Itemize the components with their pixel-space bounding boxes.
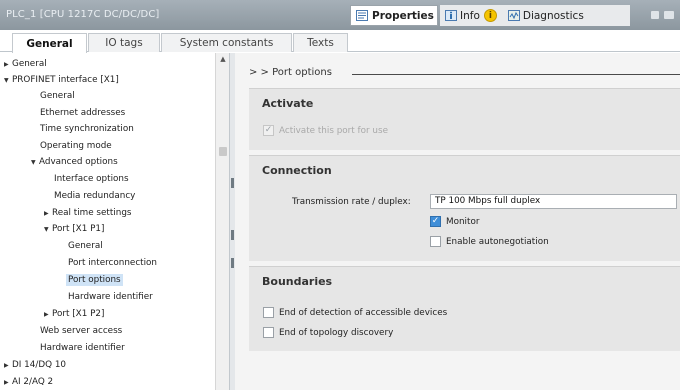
autonegotiation-label: Enable autonegotiation [446, 236, 549, 247]
tab-info-label: Info [460, 9, 480, 22]
tree-item-port-general[interactable]: General [68, 238, 103, 255]
tab-io-tags[interactable]: IO tags [88, 33, 160, 52]
tree-item-web-server-access[interactable]: Web server access [40, 323, 122, 340]
section-boundaries: Boundaries End of detection of accessibl… [249, 266, 680, 351]
expand-arrow-icon[interactable]: ▶ [44, 306, 52, 323]
tree-item-profinet-interface[interactable]: ▼ PROFINET interface [X1] [4, 72, 119, 89]
checkmark-icon: ✓ [430, 216, 441, 227]
diagnostics-icon [507, 10, 520, 21]
title-bar: PLC_1 [CPU 1217C DC/DC/DC] Properties In… [0, 0, 680, 30]
monitor-label: Monitor [446, 216, 480, 227]
tab-general[interactable]: General [12, 33, 87, 53]
activate-port-label: Activate this port for use [279, 125, 388, 136]
window-title: PLC_1 [CPU 1217C DC/DC/DC] [6, 9, 160, 20]
splitter-grip-icon[interactable] [231, 230, 234, 240]
tree-item-port-hardware-identifier[interactable]: Hardware identifier [68, 289, 153, 306]
autonegotiation-checkbox[interactable]: Enable autonegotiation [430, 236, 549, 247]
section-heading-boundaries: Boundaries [262, 275, 333, 288]
section-activate: Activate ✓ Activate this port for use [249, 88, 680, 150]
collapse-arrow-icon[interactable]: ▼ [31, 154, 39, 171]
section-connection: Connection Transmission rate / duplex: T… [249, 155, 680, 261]
tree-item-ethernet-addresses[interactable]: Ethernet addresses [40, 105, 125, 122]
section-heading-activate: Activate [262, 97, 314, 110]
activate-port-checkbox[interactable]: ✓ Activate this port for use [263, 125, 388, 136]
scroll-thumb[interactable] [219, 147, 227, 156]
tab-texts[interactable]: Texts [293, 33, 348, 52]
warning-icon: i [483, 9, 497, 22]
tree-item-ai-aq[interactable]: ▶ AI 2/AQ 2 [4, 374, 53, 390]
end-topology-checkbox[interactable]: End of topology discovery [263, 327, 393, 338]
tree-item-interface-options[interactable]: Interface options [54, 171, 129, 188]
restore-window-icon[interactable] [651, 11, 659, 19]
end-detection-label: End of detection of accessible devices [279, 307, 448, 318]
tree-item-interface-general[interactable]: General [40, 88, 75, 105]
transmission-rate-label: Transmission rate / duplex: [292, 197, 411, 207]
checkmark-icon: ✓ [263, 125, 274, 136]
info-diagnostics-tabs: Info i Diagnostics [440, 5, 630, 26]
collapse-arrow-icon[interactable]: ▼ [4, 72, 12, 89]
tree-item-hardware-identifier[interactable]: Hardware identifier [40, 340, 125, 357]
tab-system-constants[interactable]: System constants [161, 33, 292, 52]
tree-item-port-interconnection[interactable]: Port interconnection [68, 255, 157, 272]
tree-item-real-time-settings[interactable]: ▶ Real time settings [44, 205, 132, 222]
tab-diagnostics-label: Diagnostics [522, 9, 584, 22]
minimize-window-icon[interactable] [664, 11, 674, 19]
tab-properties[interactable]: Properties [350, 5, 438, 26]
tree-item-general[interactable]: ▶ General [4, 56, 47, 73]
tab-diagnostics[interactable]: Diagnostics [503, 5, 584, 26]
tree-scrollbar[interactable]: ▲ [215, 53, 229, 390]
scroll-up-arrow-icon[interactable]: ▲ [217, 55, 229, 66]
navigation-tree: ▶ General ▼ PROFINET interface [X1] Genera… [0, 53, 229, 390]
port-options-panel: > > Port options Activate ✓ Activate thi… [235, 53, 680, 390]
tree-item-port-options[interactable]: Port options [66, 272, 123, 289]
expand-arrow-icon[interactable]: ▶ [4, 357, 12, 374]
info-icon [445, 10, 457, 21]
breadcrumb: > > Port options [249, 67, 332, 78]
monitor-checkbox[interactable]: ✓ Monitor [430, 216, 479, 227]
tree-item-port-x1-p2[interactable]: ▶ Port [X1 P2] [44, 306, 104, 323]
expand-arrow-icon[interactable]: ▶ [4, 374, 12, 390]
tab-properties-label: Properties [372, 9, 434, 22]
editor-tab-bar: General IO tags System constants Texts [0, 30, 680, 53]
tree-item-operating-mode[interactable]: Operating mode [40, 138, 112, 155]
tree-item-di-dq[interactable]: ▶ DI 14/DQ 10 [4, 357, 66, 374]
section-heading-connection: Connection [262, 164, 332, 177]
expand-arrow-icon[interactable]: ▶ [44, 205, 52, 222]
tree-item-advanced-options[interactable]: ▼ Advanced options [31, 154, 118, 171]
collapse-arrow-icon[interactable]: ▼ [44, 221, 52, 238]
transmission-rate-select[interactable]: TP 100 Mbps full duplex [430, 194, 677, 209]
end-topology-label: End of topology discovery [279, 327, 394, 338]
tree-item-media-redundancy[interactable]: Media redundancy [54, 188, 135, 205]
expand-arrow-icon[interactable]: ▶ [4, 56, 12, 73]
tab-info[interactable]: Info i [440, 5, 503, 26]
end-detection-checkbox[interactable]: End of detection of accessible devices [263, 307, 447, 318]
splitter-grip-icon[interactable] [231, 178, 234, 188]
tree-item-time-synchronization[interactable]: Time synchronization [40, 121, 134, 138]
tree-item-port-x1-p1[interactable]: ▼ Port [X1 P1] [44, 221, 104, 238]
breadcrumb-divider [352, 74, 680, 75]
splitter-grip-icon[interactable] [231, 258, 234, 268]
properties-icon [356, 10, 368, 21]
